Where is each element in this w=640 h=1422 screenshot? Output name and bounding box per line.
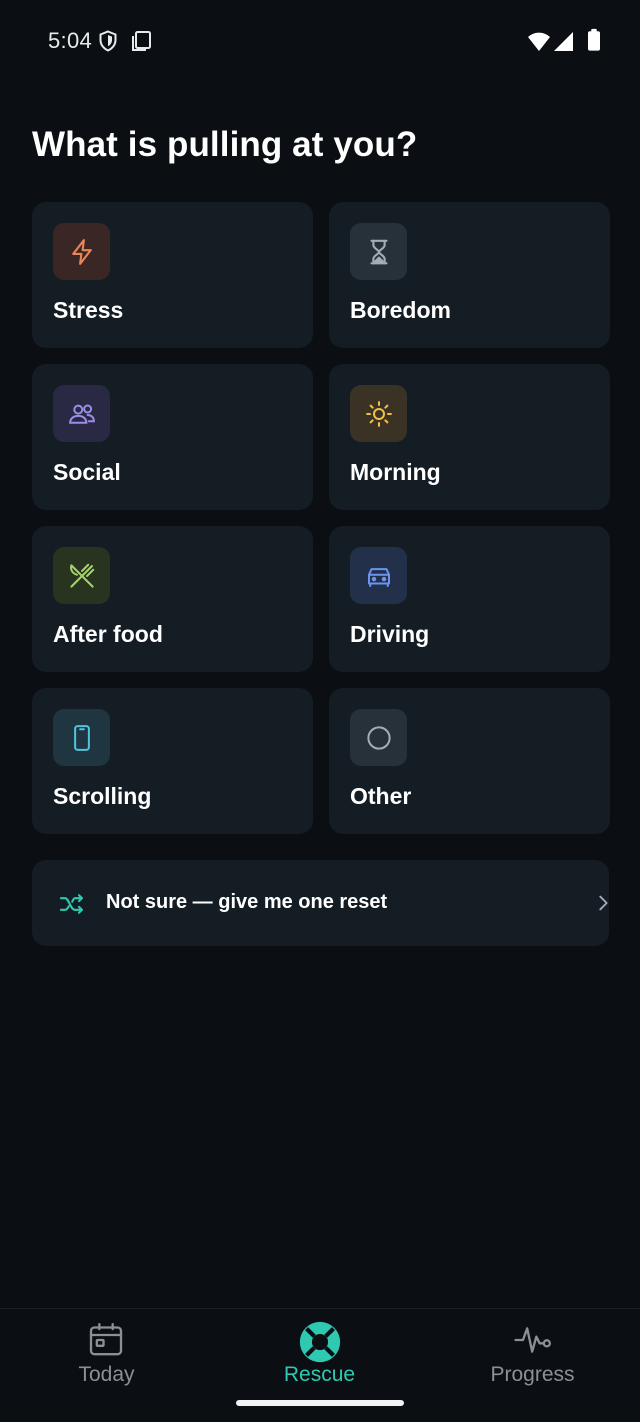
trigger-label: Social <box>53 459 121 485</box>
scrolling-icon-box <box>53 709 110 766</box>
nav-label-progress: Progress <box>490 1363 575 1386</box>
trigger-card-driving[interactable]: Driving <box>329 526 610 672</box>
nav-label-today: Today <box>78 1363 135 1386</box>
trigger-label: After food <box>53 621 163 647</box>
nav-tab-today[interactable]: Today <box>0 1309 213 1422</box>
shuffle-icon <box>59 894 83 914</box>
trigger-card-after-food[interactable]: After food <box>32 526 313 672</box>
sun-icon <box>365 400 392 427</box>
reset-label: Not sure — give me one reset <box>106 891 388 913</box>
trigger-label: Scrolling <box>53 783 152 809</box>
boredom-icon-box <box>350 223 407 280</box>
circle-icon <box>366 725 391 750</box>
page-title: What is pulling at you? <box>32 125 418 164</box>
rescue-screen: 5:04 What is pulling at you? Stress Bore… <box>0 0 640 1422</box>
other-icon-box <box>350 709 407 766</box>
lifebuoy-icon <box>299 1321 341 1363</box>
trigger-label: Other <box>350 783 412 809</box>
calendar-icon <box>89 1323 123 1356</box>
screenshot-icon <box>132 31 151 51</box>
pulse-icon <box>514 1327 551 1353</box>
trigger-card-other[interactable]: Other <box>329 688 610 834</box>
trigger-card-boredom[interactable]: Boredom <box>329 202 610 348</box>
lightning-icon <box>71 238 92 265</box>
random-reset-button[interactable]: Not sure — give me one reset <box>32 860 609 946</box>
shield-icon <box>99 30 117 52</box>
after-food-icon-box <box>53 547 110 604</box>
wifi-icon <box>528 32 550 51</box>
battery-icon <box>588 28 600 51</box>
stress-icon-box <box>53 223 110 280</box>
utensils-icon <box>69 563 94 588</box>
driving-icon-box <box>350 547 407 604</box>
trigger-label: Boredom <box>350 297 451 323</box>
trigger-label: Stress <box>53 297 124 323</box>
trigger-card-scrolling[interactable]: Scrolling <box>32 688 313 834</box>
signal-icon <box>554 32 573 51</box>
nav-label-rescue: Rescue <box>283 1363 356 1386</box>
trigger-label: Driving <box>350 621 430 647</box>
morning-icon-box <box>350 385 407 442</box>
status-bar: 5:04 <box>0 0 640 82</box>
status-time: 5:04 <box>48 28 93 53</box>
trigger-card-morning[interactable]: Morning <box>329 364 610 510</box>
chevron-right-icon <box>599 895 608 911</box>
car-icon <box>367 567 390 587</box>
trigger-label: Morning <box>350 459 441 485</box>
social-icon-box <box>53 385 110 442</box>
trigger-card-social[interactable]: Social <box>32 364 313 510</box>
phone-icon <box>73 724 90 751</box>
people-icon <box>68 403 95 424</box>
hourglass-icon <box>369 239 388 264</box>
nav-tab-progress[interactable]: Progress <box>426 1309 639 1422</box>
home-indicator[interactable] <box>236 1400 404 1406</box>
trigger-card-stress[interactable]: Stress <box>32 202 313 348</box>
